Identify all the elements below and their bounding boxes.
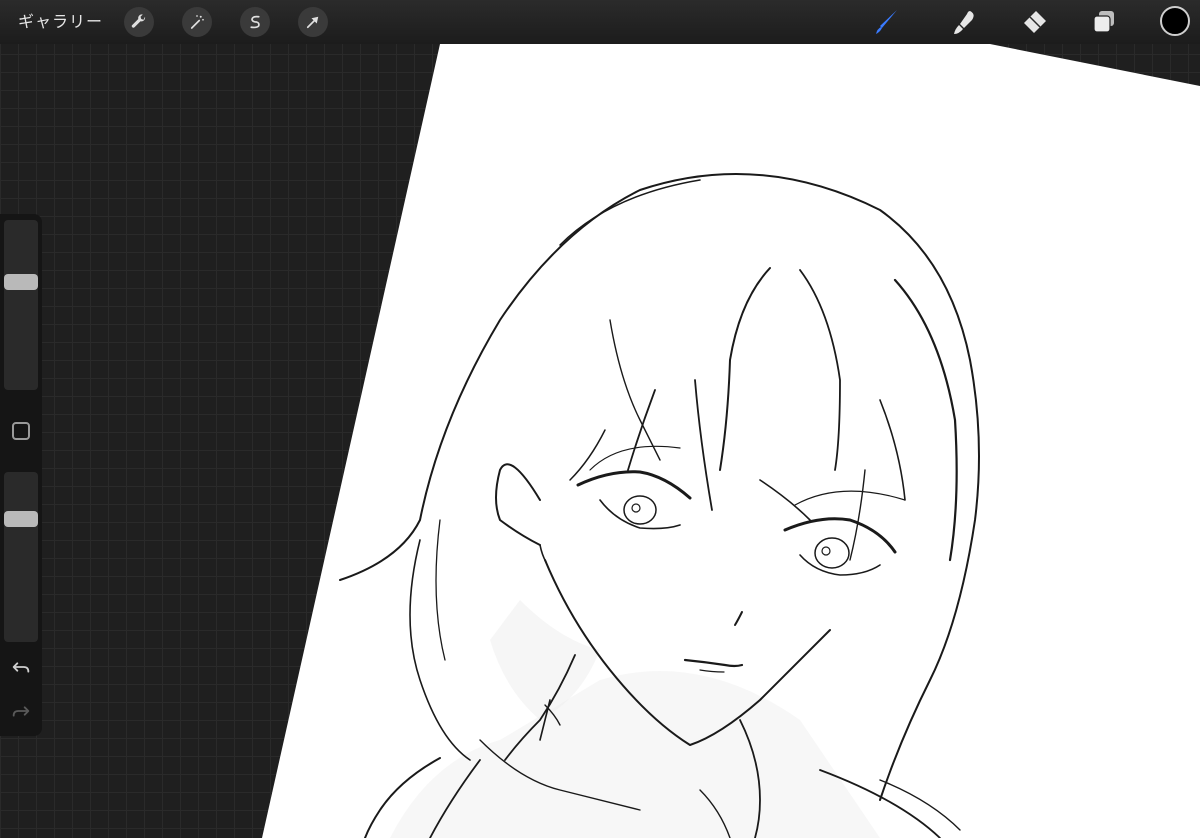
undo-icon (12, 662, 30, 673)
adjustments-button[interactable] (182, 7, 212, 37)
opacity-thumb[interactable] (4, 511, 38, 527)
brush-size-slider[interactable] (4, 220, 38, 390)
smudge-icon (954, 11, 974, 34)
selection-s-icon (250, 15, 260, 29)
arrow-cursor-icon (306, 16, 319, 29)
magic-wand-icon (190, 15, 204, 29)
modify-button[interactable] (12, 422, 30, 440)
left-sidebar (0, 214, 42, 736)
drawing-canvas[interactable] (0, 0, 1200, 838)
transform-button[interactable] (298, 7, 328, 37)
color-picker-button[interactable] (1160, 6, 1190, 36)
eraser-icon (1024, 11, 1046, 33)
eraser-button[interactable] (1018, 6, 1050, 38)
layers-button[interactable] (1088, 6, 1120, 38)
redo-icon (12, 706, 30, 717)
layers-icon (1093, 11, 1114, 33)
top-toolbar: ギャラリー (0, 0, 1200, 44)
procreate-app: ギャラリー (0, 0, 1200, 838)
gallery-button[interactable]: ギャラリー (18, 10, 103, 34)
undo-button[interactable] (10, 656, 32, 678)
opacity-slider[interactable] (4, 472, 38, 642)
brush-size-thumb[interactable] (4, 274, 38, 290)
redo-button[interactable] (10, 700, 32, 722)
paint-button[interactable] (870, 6, 902, 38)
smudge-button[interactable] (948, 6, 980, 38)
wrench-icon (131, 14, 146, 28)
brush-icon (876, 10, 897, 34)
selection-button[interactable] (240, 7, 270, 37)
actions-button[interactable] (124, 7, 154, 37)
canvas-area[interactable] (0, 0, 1200, 838)
